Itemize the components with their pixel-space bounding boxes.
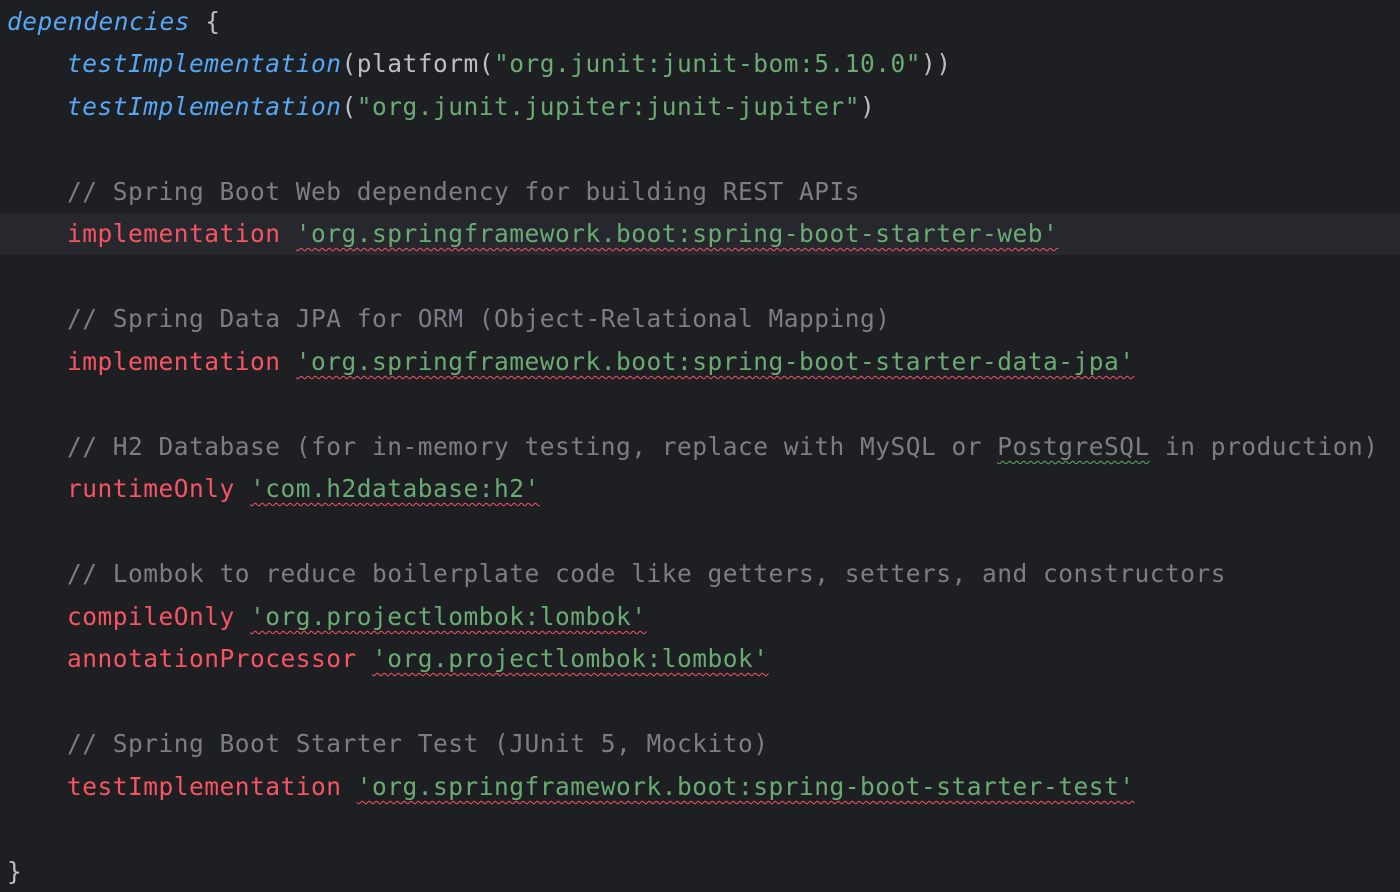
code-line-blank[interactable] [0, 383, 1400, 425]
spelling-typo-word[interactable]: PostgreSQL [997, 432, 1150, 461]
code-line-dep-h2[interactable]: runtimeOnly 'com.h2database:h2' [0, 468, 1400, 510]
code-line-dependencies-close[interactable]: } [0, 851, 1400, 892]
code-line-junit-bom[interactable]: testImplementation(platform("org.junit:j… [0, 43, 1400, 85]
dependency-string-error: 'org.springframework.boot:spring-boot-st… [295, 219, 1059, 248]
code-line-current-dep-web[interactable]: implementation 'org.springframework.boot… [0, 213, 1400, 255]
code-line-junit-jupiter[interactable]: testImplementation("org.junit.jupiter:ju… [0, 86, 1400, 128]
configuration-keyword: implementation [67, 219, 281, 248]
dependency-string-error: 'com.h2database:h2' [250, 474, 540, 503]
dependency-string-error: 'org.projectlombok:lombok' [372, 644, 769, 673]
code-line-dep-jpa[interactable]: implementation 'org.springframework.boot… [0, 341, 1400, 383]
punctuation: ) [860, 92, 876, 121]
comment: // Spring Boot Starter Test (JUnit 5, Mo… [67, 729, 769, 758]
configuration-keyword: testImplementation [67, 772, 342, 801]
function-name: testImplementation [67, 92, 342, 121]
code-line-blank[interactable] [0, 128, 1400, 170]
comment: // Lombok to reduce boilerplate code lik… [67, 559, 1227, 588]
configuration-keyword: implementation [67, 347, 281, 376]
open-brace: { [190, 7, 221, 36]
dependency-string-error: 'org.springframework.boot:spring-boot-st… [356, 772, 1135, 801]
punctuation: )) [921, 49, 952, 78]
punctuation: (platform( [341, 49, 495, 78]
configuration-keyword: annotationProcessor [67, 644, 357, 673]
string-literal: "org.junit:junit-bom:5.10.0" [494, 49, 922, 78]
code-line-blank[interactable] [0, 808, 1400, 850]
comment: // Spring Data JPA for ORM (Object-Relat… [67, 304, 891, 333]
code-line-blank[interactable] [0, 511, 1400, 553]
code-line-comment-web[interactable]: // Spring Boot Web dependency for buildi… [0, 171, 1400, 213]
dependency-string-error: 'org.projectlombok:lombok' [250, 602, 647, 631]
punctuation: ( [341, 92, 357, 121]
code-line-dependencies-open[interactable]: dependencies { [0, 1, 1400, 43]
code-line-dep-lombok-compile[interactable]: compileOnly 'org.projectlombok:lombok' [0, 596, 1400, 638]
code-editor[interactable]: dependencies { testImplementation(platfo… [0, 0, 1400, 892]
configuration-keyword: compileOnly [67, 602, 235, 631]
close-brace: } [7, 857, 23, 886]
function-name: testImplementation [67, 49, 342, 78]
code-line-blank[interactable] [0, 256, 1400, 298]
code-line-blank[interactable] [0, 681, 1400, 723]
comment: // Spring Boot Web dependency for buildi… [67, 177, 861, 206]
string-literal: "org.junit.jupiter:junit-jupiter" [356, 92, 861, 121]
comment: // H2 Database (for in-memory testing, r… [67, 432, 998, 461]
code-line-dep-test[interactable]: testImplementation 'org.springframework.… [0, 766, 1400, 808]
dependencies-keyword: dependencies [7, 7, 191, 36]
code-line-comment-test[interactable]: // Spring Boot Starter Test (JUnit 5, Mo… [0, 723, 1400, 765]
configuration-keyword: runtimeOnly [67, 474, 235, 503]
code-line-comment-lombok[interactable]: // Lombok to reduce boilerplate code lik… [0, 553, 1400, 595]
code-line-comment-h2[interactable]: // H2 Database (for in-memory testing, r… [0, 426, 1400, 468]
dependency-string-error: 'org.springframework.boot:spring-boot-st… [295, 347, 1135, 376]
code-line-dep-lombok-annotation[interactable]: annotationProcessor 'org.projectlombok:l… [0, 638, 1400, 680]
code-line-comment-jpa[interactable]: // Spring Data JPA for ORM (Object-Relat… [0, 298, 1400, 340]
comment: in production) [1149, 432, 1379, 461]
